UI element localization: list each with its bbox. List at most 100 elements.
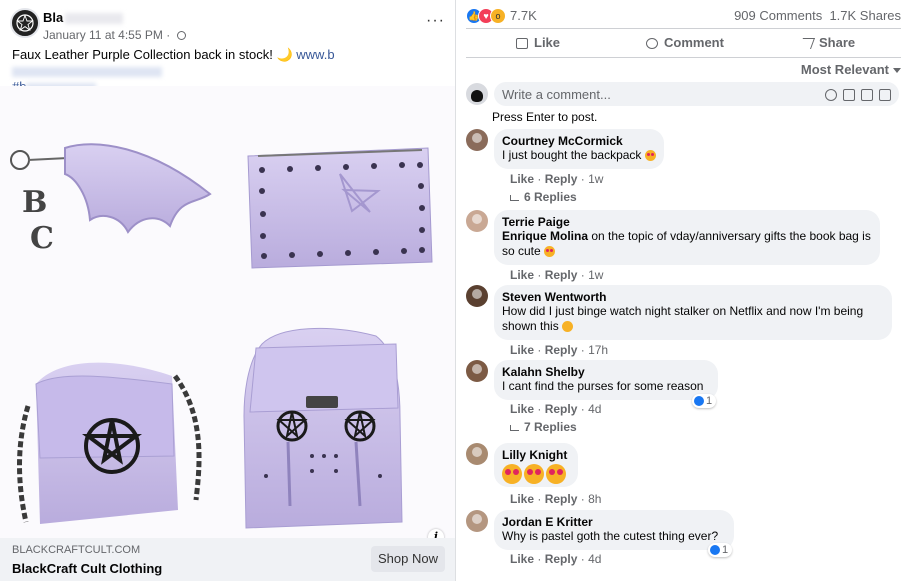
action-separator: · xyxy=(537,343,542,357)
view-replies-link[interactable]: 6 Replies xyxy=(510,190,577,204)
comment-text-content: I just bought the backpack xyxy=(502,148,642,162)
sticker-icon[interactable] xyxy=(879,89,891,101)
more-options-button[interactable]: ··· xyxy=(426,12,445,30)
comment-actions: Like · Reply · 8h xyxy=(510,492,601,506)
comment-like-button[interactable]: Like xyxy=(510,552,534,566)
comment-sort-dropdown[interactable]: Most Relevant xyxy=(801,62,901,77)
comment-reply-button[interactable]: Reply xyxy=(545,343,578,357)
commenter-avatar[interactable] xyxy=(466,210,488,232)
wow-reaction-icon: o xyxy=(490,7,506,24)
comment-button[interactable]: Comment xyxy=(646,35,724,50)
comment-actions: Like · Reply · 1w xyxy=(510,172,603,186)
replies-count: 7 Replies xyxy=(524,420,577,434)
post-image[interactable]: B C xyxy=(0,86,455,538)
comment-bubble: Kalahn Shelby I cant find the purses for… xyxy=(494,360,718,400)
share-count[interactable]: 1.7K Shares xyxy=(829,8,901,23)
comment-time[interactable]: 4d xyxy=(588,552,601,566)
comment-reaction-badge[interactable]: 1 xyxy=(692,394,717,408)
svg-text:B: B xyxy=(22,185,47,220)
view-replies-link[interactable]: 7 Replies xyxy=(510,420,577,434)
share-arrow-icon xyxy=(798,38,816,50)
comment-time[interactable]: 8h xyxy=(588,492,601,506)
replies-count: 6 Replies xyxy=(524,190,577,204)
commenter-avatar[interactable] xyxy=(466,443,488,465)
reaction-icons[interactable]: 👍 ♥ o xyxy=(466,7,506,24)
comment-actions: Like · Reply · 4d xyxy=(510,552,601,566)
commenter-name[interactable]: Jordan E Kritter xyxy=(502,515,726,529)
commenter-avatar[interactable] xyxy=(466,510,488,532)
comment-actions: Like · Reply · 4d xyxy=(510,402,601,416)
meta-separator: · xyxy=(166,28,171,42)
action-separator: · xyxy=(580,172,585,186)
comment-reaction-badge[interactable]: 1 xyxy=(708,543,733,557)
post-timestamp[interactable]: January 11 at 4:55 PM xyxy=(43,28,163,42)
reaction-count[interactable]: 7.7K xyxy=(510,8,537,23)
composer-tools xyxy=(819,88,891,106)
link-title[interactable]: BlackCraft Cult Clothing xyxy=(12,561,162,576)
post-card: Bla January 11 at 4:55 PM · ··· Faux Lea… xyxy=(0,0,456,581)
comment-text: How did I just binge watch night stalker… xyxy=(502,304,884,334)
comments-panel: 👍 ♥ o 7.7K 909 Comments 1.7K Shares Like C… xyxy=(456,0,911,581)
commenter-avatar[interactable] xyxy=(466,360,488,382)
commenter-name[interactable]: Steven Wentworth xyxy=(502,290,884,304)
svg-text:C: C xyxy=(30,221,54,256)
action-separator: · xyxy=(580,402,585,416)
action-separator: · xyxy=(537,268,542,282)
comment-like-button[interactable]: Like xyxy=(510,172,534,186)
comment-time[interactable]: 1w xyxy=(588,268,603,282)
commenter-name[interactable]: Lilly Knight xyxy=(502,448,570,462)
studded-wallet xyxy=(247,147,433,269)
comment-bubble: Lilly Knight xyxy=(494,443,578,487)
commenter-avatar[interactable] xyxy=(466,129,488,151)
comment-reply-button[interactable]: Reply xyxy=(545,402,578,416)
comment-reply-button[interactable]: Reply xyxy=(545,492,578,506)
comment-time[interactable]: 1w xyxy=(588,172,603,186)
comment-time[interactable]: 17h xyxy=(588,343,608,357)
bat-wing-keychain: B C xyxy=(10,143,212,256)
page-name-text[interactable]: Bla xyxy=(43,10,63,25)
action-separator: · xyxy=(580,343,585,357)
action-separator: · xyxy=(537,172,542,186)
comment-count[interactable]: 909 Comments xyxy=(734,8,822,23)
gif-icon[interactable] xyxy=(861,89,873,101)
camera-icon[interactable] xyxy=(843,89,855,101)
comment-like-button[interactable]: Like xyxy=(510,343,534,357)
page-avatar[interactable] xyxy=(10,8,40,38)
speech-bubble-icon xyxy=(646,38,658,50)
share-button-label: Share xyxy=(819,35,856,50)
reaction-stats: 👍 ♥ o 7.7K 909 Comments 1.7K Shares xyxy=(466,6,901,26)
action-separator: · xyxy=(537,552,542,566)
link-domain: BLACKCRAFTCULT.COM xyxy=(12,544,141,556)
comment-bubble: Courtney McCormick I just bought the bac… xyxy=(494,129,664,169)
mentioned-user[interactable]: Enrique Molina xyxy=(502,229,588,243)
reply-arrow-icon xyxy=(510,424,519,431)
comment-text: Why is pastel goth the cutest thing ever… xyxy=(502,529,719,543)
product-collage: B C xyxy=(10,143,433,529)
commenter-name[interactable]: Courtney McCormick xyxy=(502,134,656,148)
grinning-emoji-icon xyxy=(562,321,574,333)
heart-eyes-emoji-icon xyxy=(644,150,656,162)
current-user-avatar[interactable] xyxy=(466,83,488,105)
action-separator: · xyxy=(580,268,585,282)
comment-reply-button[interactable]: Reply xyxy=(545,552,578,566)
commenter-name[interactable]: Terrie Paige xyxy=(502,215,872,229)
commenter-name[interactable]: Kalahn Shelby xyxy=(502,365,710,379)
like-button[interactable]: Like xyxy=(516,35,560,50)
emoji-icon[interactable] xyxy=(825,89,837,101)
comment-like-button[interactable]: Like xyxy=(510,402,534,416)
comment-text: I just bought the backpack xyxy=(502,148,656,163)
commenter-avatar[interactable] xyxy=(466,285,488,307)
comment-like-button[interactable]: Like xyxy=(510,268,534,282)
comment-like-button[interactable]: Like xyxy=(510,492,534,506)
action-separator: · xyxy=(580,552,585,566)
comment-text-content: How did I just binge watch night stalker… xyxy=(502,304,864,333)
link-preview[interactable]: BLACKCRAFTCULT.COM BlackCraft Cult Cloth… xyxy=(0,538,455,581)
comment-reply-button[interactable]: Reply xyxy=(545,268,578,282)
share-button[interactable]: Share xyxy=(798,35,856,50)
comment-bubble: Jordan E Kritter Why is pastel goth the … xyxy=(494,510,734,550)
post-link-text[interactable]: www.b xyxy=(296,47,334,62)
comment-time[interactable]: 4d xyxy=(588,402,601,416)
shop-now-button[interactable]: Shop Now xyxy=(371,546,445,572)
page-name[interactable]: Bla xyxy=(43,10,124,25)
comment-reply-button[interactable]: Reply xyxy=(545,172,578,186)
